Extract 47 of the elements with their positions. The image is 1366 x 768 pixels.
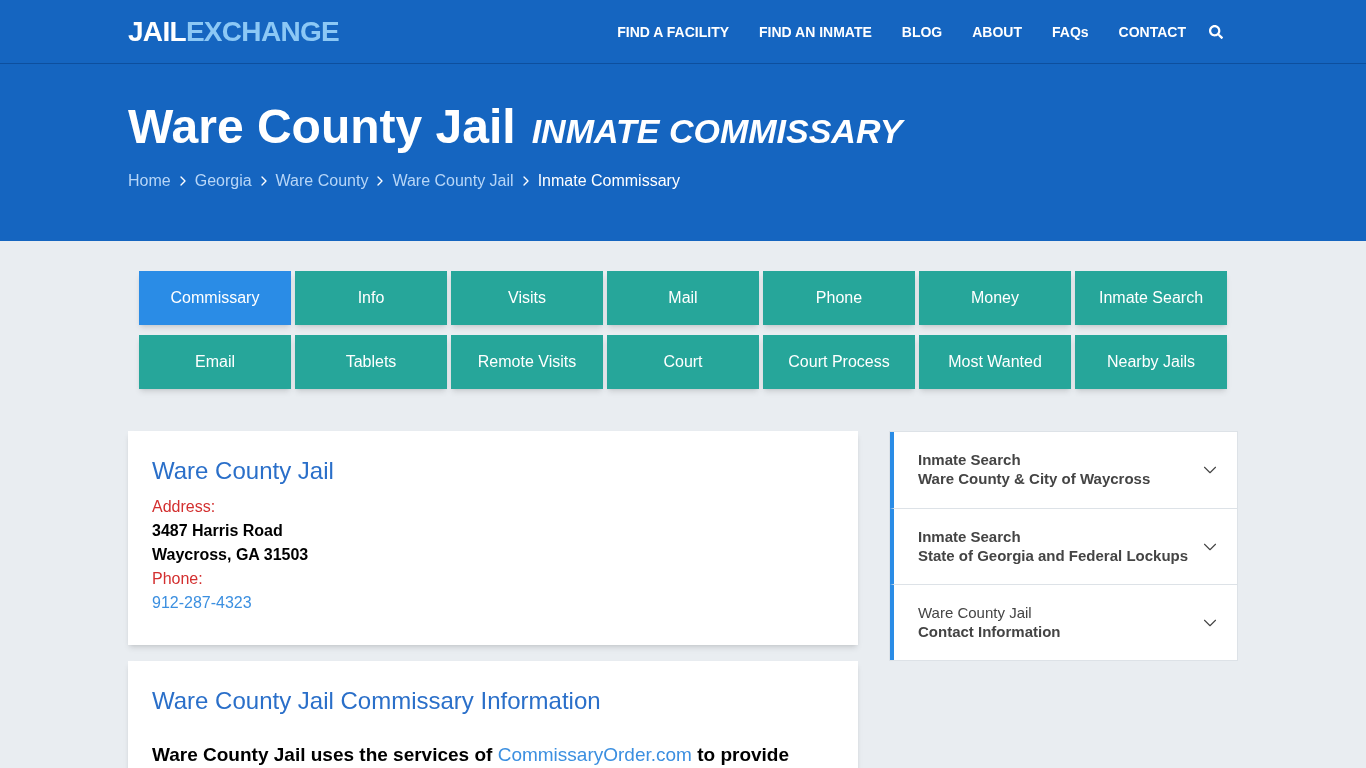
logo[interactable]: JAILEXCHANGE — [128, 10, 339, 53]
phone-label: Phone: — [152, 569, 204, 589]
breadcrumb-link[interactable]: Ware County — [275, 169, 369, 193]
accordion-subtitle: Contact Information — [918, 622, 1061, 642]
nav-link[interactable]: BLOG — [886, 21, 958, 42]
page-title: Ware County Jail — [128, 99, 516, 155]
info-paragraph: Ware County Jail uses the services of CommissaryOrder.com to provide — [152, 743, 791, 767]
tab[interactable]: Nearby Jails — [1075, 335, 1227, 389]
address-line: Waycross, GA 31503 — [152, 545, 310, 565]
tab[interactable]: Tablets — [295, 335, 447, 389]
accordion-item[interactable]: Ware County Jail Contact Information — [890, 584, 1237, 660]
address-label: Address: — [152, 497, 217, 517]
tab[interactable]: Mail — [607, 271, 759, 325]
accordion-item[interactable]: Inmate Search State of Georgia and Federal Lockups — [890, 508, 1237, 584]
nav-link[interactable]: FIND AN INMATE — [744, 21, 887, 42]
tab[interactable]: Court — [607, 335, 759, 389]
breadcrumb-link[interactable]: Inmate Commissary — [537, 169, 680, 193]
address-line: 3487 Harris Road — [152, 521, 284, 541]
nav-link[interactable]: ABOUT — [957, 21, 1037, 42]
tab[interactable]: Court Process — [763, 335, 915, 389]
tab[interactable]: Info — [295, 271, 447, 325]
accordion-title: Ware County Jail — [918, 603, 1033, 623]
search-icon[interactable] — [1209, 24, 1223, 39]
nav-link[interactable]: FAQs — [1037, 21, 1104, 42]
accordion-subtitle: State of Georgia and Federal Lockups — [918, 546, 1189, 566]
breadcrumb-link[interactable]: Georgia — [194, 169, 252, 193]
commissary-link[interactable]: CommissaryOrder.com — [497, 744, 692, 765]
accordion-subtitle: Ware County & City of Waycross — [918, 470, 1151, 489]
card-title: Ware County Jail — [152, 456, 335, 486]
breadcrumb-link[interactable]: Home — [128, 169, 171, 193]
phone-link[interactable]: 912-287-4323 — [152, 594, 252, 611]
tab[interactable]: Visits — [451, 271, 603, 325]
breadcrumb-link[interactable]: Ware County Jail — [392, 169, 514, 193]
tab[interactable]: Commissary — [139, 271, 291, 325]
page-subtitle: INMATE COMMISSARY — [531, 111, 903, 152]
accordion-title: Inmate Search — [918, 527, 1022, 547]
nav-link[interactable]: CONTACT — [1103, 21, 1201, 42]
tab[interactable]: Email — [139, 335, 291, 389]
accordion-item[interactable]: Inmate Search Ware County & City of Waycross — [890, 432, 1237, 508]
tab[interactable]: Remote Visits — [451, 335, 603, 389]
card-title: Ware County Jail Commissary Information — [152, 686, 602, 716]
nav-link[interactable]: FIND A FACILITY — [602, 21, 744, 42]
tab[interactable]: Most Wanted — [919, 335, 1071, 389]
tab[interactable]: Money — [919, 271, 1071, 325]
accordion-title: Inmate Search — [918, 451, 1022, 470]
tab[interactable]: Inmate Search — [1075, 271, 1227, 325]
tab[interactable]: Phone — [763, 271, 915, 325]
